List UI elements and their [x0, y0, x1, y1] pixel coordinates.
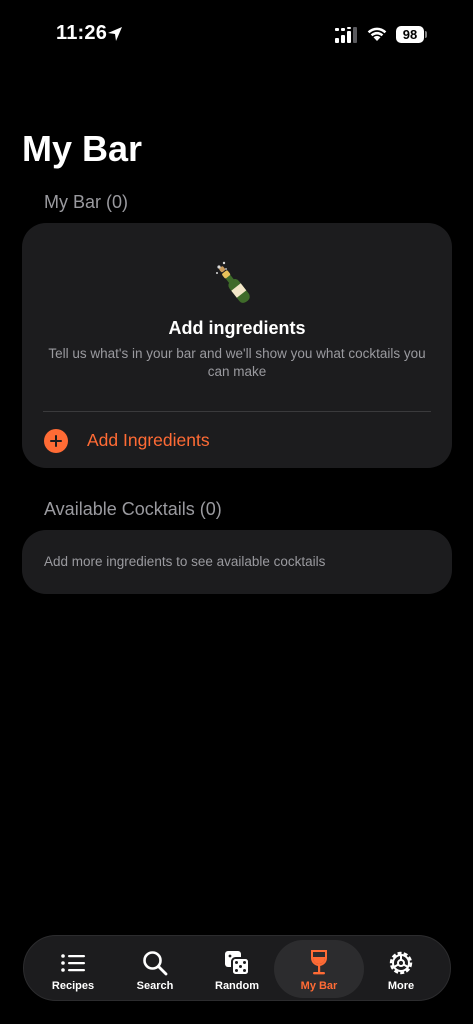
my-bar-section-header: My Bar (0)	[44, 192, 129, 212]
gear-icon	[389, 951, 413, 975]
wifi-icon	[367, 27, 387, 41]
status-time: 11:26	[56, 22, 108, 44]
ingredients-card: Add ingredients Tell us what's in your b…	[22, 223, 452, 468]
card-divider	[43, 411, 431, 412]
dice-icon	[225, 951, 250, 976]
add-ingredients-label: Add Ingredients	[87, 430, 210, 450]
tab-recipes[interactable]: Recipes	[28, 940, 118, 998]
tab-label: Search	[136, 980, 174, 992]
tab-my-bar[interactable]: My Bar	[274, 940, 364, 998]
available-cocktails-header: Available Cocktails (0)	[44, 499, 222, 519]
tab-label: My Bar	[300, 980, 338, 992]
battery-level: 98	[402, 27, 418, 42]
search-icon	[143, 951, 168, 976]
battery-indicator: 98	[396, 26, 424, 43]
add-ingredients-button[interactable]: Add Ingredients	[22, 413, 452, 468]
battery-tip	[425, 31, 427, 38]
tab-label: Random	[215, 980, 259, 992]
tab-bar: Recipes Search Random My Bar More	[23, 935, 451, 1001]
wine-glass-icon	[311, 950, 327, 975]
status-bar: 11:26 98	[0, 0, 473, 70]
tab-more[interactable]: More	[356, 940, 446, 998]
available-cocktails-card: Add more ingredients to see available co…	[22, 530, 452, 594]
plus-circle-icon	[44, 429, 68, 453]
page-title: My Bar	[22, 128, 143, 169]
tab-search[interactable]: Search	[110, 940, 200, 998]
tab-label: Recipes	[51, 980, 95, 992]
empty-state-description: Tell us what's in your bar and we'll sho…	[48, 346, 426, 379]
empty-state-title: Add ingredients	[168, 318, 306, 338]
cellular-signal-icon	[335, 27, 357, 43]
list-icon	[61, 954, 85, 972]
screen: 11:26 98 My Bar My Bar (0) Add ingredien…	[0, 0, 473, 1024]
tab-label: More	[387, 980, 415, 992]
champagne-bottle-icon	[216, 261, 250, 303]
location-arrow-icon	[108, 27, 122, 41]
tab-random[interactable]: Random	[192, 940, 282, 998]
cocktails-empty-message: Add more ingredients to see available co…	[44, 554, 326, 569]
